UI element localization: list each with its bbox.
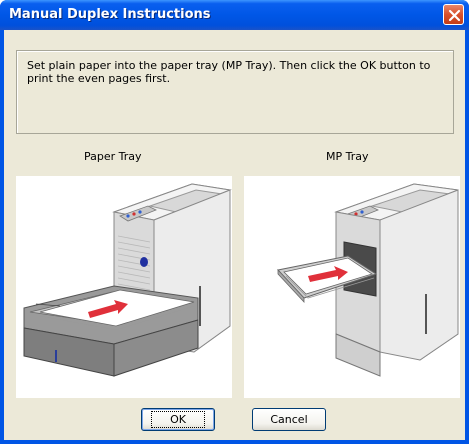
dialog-body: Set plain paper into the paper tray (MP … <box>4 30 465 440</box>
close-icon <box>448 9 461 22</box>
close-button[interactable] <box>443 4 464 25</box>
mp-tray-printer-image <box>277 183 459 377</box>
title-bar[interactable]: Manual Duplex Instructions <box>0 0 469 30</box>
mp-tray-label: MP Tray <box>326 150 369 163</box>
ok-button[interactable]: OK <box>141 408 215 431</box>
paper-tray-printer-image <box>23 183 232 377</box>
paper-tray-illustration <box>16 176 232 398</box>
cancel-button[interactable]: Cancel <box>252 408 326 431</box>
dialog-window: Manual Duplex Instructions Set plain pap… <box>0 0 469 444</box>
paper-tray-label: Paper Tray <box>84 150 142 163</box>
cancel-button-label: Cancel <box>270 413 308 426</box>
instruction-box: Set plain paper into the paper tray (MP … <box>16 50 454 134</box>
mp-tray-illustration <box>244 176 460 398</box>
instruction-text: Set plain paper into the paper tray (MP … <box>27 59 431 85</box>
window-title: Manual Duplex Instructions <box>9 7 211 22</box>
ok-button-label: OK <box>151 411 205 428</box>
